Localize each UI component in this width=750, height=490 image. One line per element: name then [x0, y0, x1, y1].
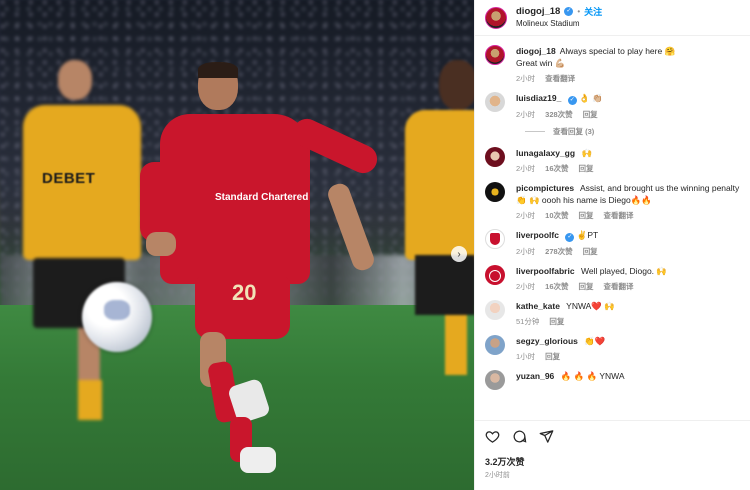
comment-time: 2小时	[516, 247, 536, 256]
caption-author[interactable]: diogoj_18	[516, 46, 556, 56]
commenter-username[interactable]: liverpoolfc	[516, 230, 559, 240]
share-icon[interactable]	[539, 429, 554, 444]
comment-item: picompictures Assist, and brought us the…	[485, 182, 741, 221]
post-footer: 3.2万次赞 2小时前	[475, 420, 750, 490]
comment-text: ✌️PT	[576, 230, 599, 240]
comment-text: 🔥 🔥 🔥 YNWA	[560, 371, 625, 381]
commenter-avatar[interactable]	[485, 147, 505, 167]
comment-item: segzy_glorious 👏❤️ 1小时 回复	[485, 335, 741, 362]
post-viewer: DEBET Standard Chartered 20 › diogoj_18 …	[0, 0, 750, 490]
comment-text: 👏❤️	[584, 336, 606, 346]
post-caption: diogoj_18 Always special to play here 🤗 G…	[485, 45, 741, 84]
commenter-avatar[interactable]	[485, 229, 505, 249]
shirt-number: 20	[232, 280, 257, 305]
comment-time: 1小时	[516, 352, 536, 361]
view-replies-label: 查看回复 (3)	[553, 127, 595, 136]
caption-time: 2小时	[516, 74, 536, 83]
reply-button[interactable]: 回复	[579, 210, 594, 221]
post-header: diogoj_18 ✓ • 关注 Molineux Stadium	[475, 0, 750, 36]
comment-time: 2小时	[516, 110, 536, 119]
post-side-panel: diogoj_18 ✓ • 关注 Molineux Stadium diogoj…	[474, 0, 750, 490]
comment-icon[interactable]	[512, 429, 527, 444]
commenter-username[interactable]: lunagalaxy_gg	[516, 148, 575, 158]
commenter-avatar[interactable]	[485, 370, 505, 390]
comment-text: 👌 👏🏼	[579, 93, 603, 103]
commenter-username[interactable]: segzy_glorious	[516, 336, 578, 346]
verified-badge-icon: ✓	[567, 96, 577, 105]
post-photo[interactable]: DEBET Standard Chartered 20 ›	[0, 0, 474, 490]
view-replies-button[interactable]: 查看回复 (3)	[525, 126, 741, 137]
commenter-avatar[interactable]	[485, 92, 505, 112]
comment-likes[interactable]: 10次赞	[545, 210, 568, 221]
sponsor-text-left: DEBET	[42, 170, 96, 187]
heart-icon[interactable]	[485, 429, 500, 444]
comment-text: 🙌	[581, 148, 593, 158]
likes-count[interactable]: 3.2万次赞	[485, 455, 741, 468]
follow-button[interactable]: 关注	[584, 6, 602, 18]
caption-line-2: Great win 💪🏼	[516, 58, 566, 68]
commenter-username[interactable]: luisdiaz19_	[516, 93, 561, 103]
photo-player-main	[140, 62, 390, 482]
verified-badge-icon: ✓	[564, 7, 574, 16]
post-actions	[485, 429, 741, 444]
comment-item: luisdiaz19_ ✓ 👌 👏🏼 2小时 328次赞 回复	[485, 92, 741, 120]
comment-likes[interactable]: 278次赞	[545, 246, 573, 257]
reply-button[interactable]: 回复	[545, 351, 560, 362]
verified-badge-icon: ✓	[565, 233, 575, 242]
comment-likes[interactable]: 16次赞	[545, 163, 568, 174]
next-photo-button[interactable]: ›	[451, 246, 467, 262]
reply-button[interactable]: 回复	[549, 316, 564, 327]
comment-text: YNWA❤️ 🙌	[566, 301, 615, 311]
commenter-username[interactable]: picompictures	[516, 183, 574, 193]
photo-player-right	[405, 60, 474, 380]
comment-item: yuzan_96 🔥 🔥 🔥 YNWA	[485, 370, 741, 390]
commenter-username[interactable]: kathe_kate	[516, 301, 560, 311]
caption-author-avatar[interactable]	[485, 45, 505, 65]
post-location[interactable]: Molineux Stadium	[516, 18, 602, 30]
comment-item: liverpoolfc ✓ ✌️PT 2小时 278次赞 回复	[485, 229, 741, 257]
commenter-username[interactable]: liverpoolfabric	[516, 266, 575, 276]
comment-time: 2小时	[516, 211, 536, 220]
reply-button[interactable]: 回复	[583, 246, 598, 257]
commenter-username[interactable]: yuzan_96	[516, 371, 554, 381]
comment-text: Well played, Diogo. 🙌	[580, 266, 667, 276]
caption-text: Always special to play here 🤗	[559, 46, 676, 56]
caption-translate-link[interactable]: 查看翻译	[545, 73, 575, 84]
comments-list[interactable]: diogoj_18 Always special to play here 🤗 G…	[475, 37, 750, 420]
commenter-avatar[interactable]	[485, 182, 505, 202]
commenter-avatar[interactable]	[485, 265, 505, 285]
reply-button[interactable]: 回复	[579, 163, 594, 174]
photo-player-left	[18, 60, 148, 440]
reply-button[interactable]: 回复	[579, 281, 594, 292]
comment-likes[interactable]: 328次赞	[545, 109, 573, 120]
translate-link[interactable]: 查看翻译	[604, 281, 634, 292]
comment-item: liverpoolfabric Well played, Diogo. 🙌 2小…	[485, 265, 741, 292]
post-time: 2小时前	[485, 472, 510, 479]
comment-time: 2小时	[516, 164, 536, 173]
reply-button[interactable]: 回复	[583, 109, 598, 120]
football	[82, 282, 152, 352]
commenter-avatar[interactable]	[485, 300, 505, 320]
comment-time: 51分钟	[516, 317, 540, 326]
commenter-avatar[interactable]	[485, 335, 505, 355]
comment-time: 2小时	[516, 282, 536, 291]
chevron-right-icon: ›	[457, 248, 461, 260]
author-username[interactable]: diogoj_18	[516, 6, 560, 18]
comment-likes[interactable]: 16次赞	[545, 281, 568, 292]
comment-item: lunagalaxy_gg 🙌 2小时 16次赞 回复	[485, 147, 741, 174]
separator-dot: •	[577, 6, 581, 16]
author-avatar[interactable]	[485, 6, 507, 29]
sponsor-text-main: Standard Chartered	[215, 192, 309, 203]
translate-link[interactable]: 查看翻译	[604, 210, 634, 221]
comment-item: kathe_kate YNWA❤️ 🙌 51分钟 回复	[485, 300, 741, 327]
replies-divider	[525, 131, 545, 132]
